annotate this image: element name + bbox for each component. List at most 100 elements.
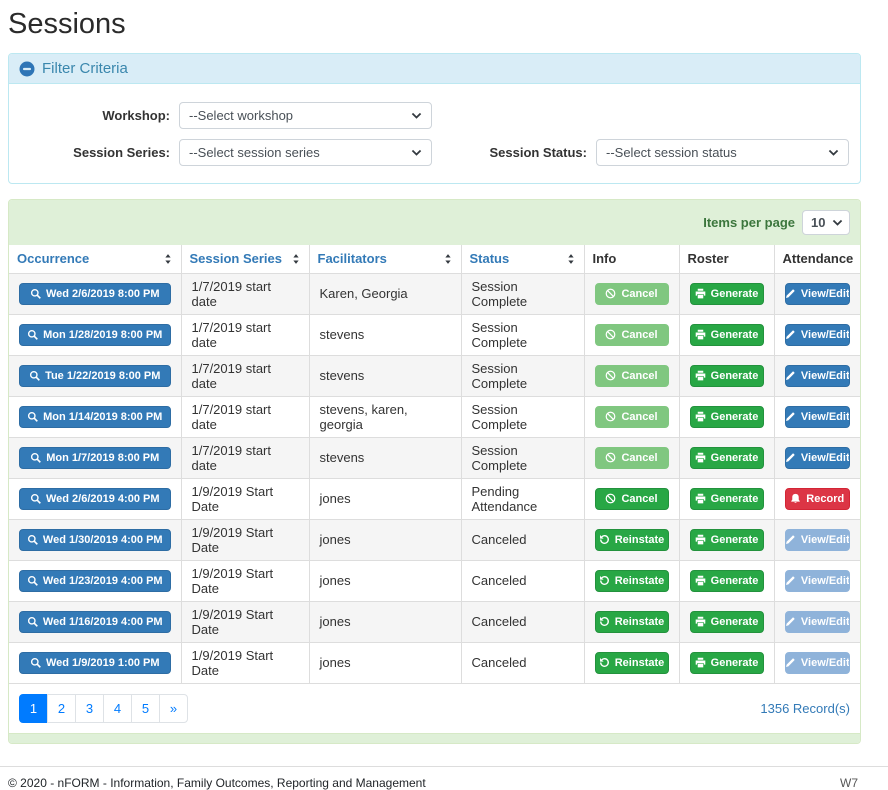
panel-footer-strip — [9, 733, 860, 743]
roster-generate-button[interactable]: Generate — [690, 324, 764, 346]
info-cancel-button[interactable]: Cancel — [595, 447, 669, 469]
session-row: Wed 1/23/2019 4:00 PM1/9/2019 Start Date… — [9, 560, 860, 601]
status-cell: Pending Attendance — [461, 478, 584, 519]
info-reinstate-button[interactable]: Reinstate — [595, 570, 669, 592]
items-per-page-select[interactable]: 10 — [802, 210, 850, 235]
button-label: View/Edit — [801, 575, 850, 587]
occurrence-label: Mon 1/14/2019 8:00 PM — [43, 411, 162, 423]
button-label: View/Edit — [801, 657, 850, 669]
roster-generate-button[interactable]: Generate — [690, 283, 764, 305]
occurrence-button[interactable]: Wed 1/9/2019 1:00 PM — [19, 652, 171, 674]
occurrence-label: Wed 1/16/2019 4:00 PM — [43, 616, 163, 628]
pagination: 12345» — [19, 694, 188, 723]
facilitators-cell: stevens, karen, georgia — [309, 396, 461, 437]
attendance-viewedit-button[interactable]: View/Edit — [785, 529, 851, 551]
info-cancel-button[interactable]: Cancel — [595, 283, 669, 305]
button-label: View/Edit — [801, 411, 850, 423]
info-cancel-button[interactable]: Cancel — [595, 488, 669, 510]
session-row: Tue 1/22/2019 8:00 PM 1/7/2019 start date… — [9, 355, 860, 396]
info-reinstate-button[interactable]: Reinstate — [595, 611, 669, 633]
status-cell: Session Complete — [461, 273, 584, 314]
session-row: Wed 1/9/2019 1:00 PM1/9/2019 Start Datej… — [9, 642, 860, 683]
column-label: Info — [593, 251, 617, 266]
roster-generate-button[interactable]: Generate — [690, 529, 764, 551]
session-status-select[interactable]: --Select session status — [596, 139, 849, 166]
column-header-session-series[interactable]: Session Series — [181, 245, 309, 273]
session-series-cell: 1/9/2019 Start Date — [181, 642, 309, 683]
occurrence-label: Mon 1/7/2019 8:00 PM — [46, 452, 159, 464]
occurrence-button[interactable]: Wed 2/6/2019 4:00 PM — [19, 488, 171, 510]
chevron-down-icon — [410, 109, 423, 122]
undo-icon — [599, 657, 610, 668]
attendance-viewedit-button[interactable]: View/Edit — [785, 324, 851, 346]
info-cancel-button[interactable]: Cancel — [595, 406, 669, 428]
occurrence-button[interactable]: Wed 2/6/2019 8:00 PM — [19, 283, 171, 305]
page-button-»[interactable]: » — [159, 694, 188, 723]
footer-copyright: © 2020 - nFORM - Information, Family Out… — [8, 776, 426, 790]
chevron-down-icon — [831, 216, 844, 229]
roster-generate-button[interactable]: Generate — [690, 488, 764, 510]
status-cell: Canceled — [461, 601, 584, 642]
page-title: Sessions — [8, 8, 861, 41]
occurrence-button[interactable]: Wed 1/23/2019 4:00 PM — [19, 570, 171, 592]
print-icon — [695, 534, 706, 545]
session-series-select[interactable]: --Select session series — [179, 139, 432, 166]
attendance-viewedit-button[interactable]: View/Edit — [785, 570, 851, 592]
attendance-viewedit-button[interactable]: View/Edit — [785, 365, 851, 387]
chevron-down-icon — [410, 146, 423, 159]
button-label: Reinstate — [615, 616, 665, 628]
attendance-viewedit-button[interactable]: View/Edit — [785, 283, 851, 305]
search-icon — [30, 493, 41, 504]
roster-generate-button[interactable]: Generate — [690, 570, 764, 592]
column-header-status[interactable]: Status — [461, 245, 584, 273]
sessions-table: OccurrenceSession SeriesFacilitatorsStat… — [9, 245, 860, 684]
print-icon — [695, 575, 706, 586]
status-cell: Session Complete — [461, 437, 584, 478]
session-series-select-value: --Select session series — [189, 145, 320, 160]
occurrence-button[interactable]: Mon 1/14/2019 8:00 PM — [19, 406, 171, 428]
info-cancel-button[interactable]: Cancel — [595, 365, 669, 387]
attendance-record-button[interactable]: Record — [785, 488, 851, 510]
workshop-select[interactable]: --Select workshop — [179, 102, 432, 129]
roster-generate-button[interactable]: Generate — [690, 365, 764, 387]
column-label: Roster — [688, 251, 729, 266]
filter-criteria-header[interactable]: Filter Criteria — [9, 54, 860, 84]
roster-generate-button[interactable]: Generate — [690, 447, 764, 469]
workshop-label: Workshop: — [19, 108, 179, 123]
sessions-page: Sessions Filter Criteria Workshop: --Sel… — [0, 0, 888, 790]
attendance-viewedit-button[interactable]: View/Edit — [785, 447, 851, 469]
button-label: Reinstate — [615, 534, 665, 546]
session-series-cell: 1/7/2019 start date — [181, 396, 309, 437]
page-button-2[interactable]: 2 — [47, 694, 76, 723]
info-cancel-button[interactable]: Cancel — [595, 324, 669, 346]
session-row: Wed 1/30/2019 4:00 PM1/9/2019 Start Date… — [9, 519, 860, 560]
info-reinstate-button[interactable]: Reinstate — [595, 529, 669, 551]
attendance-viewedit-button[interactable]: View/Edit — [785, 611, 851, 633]
page-button-4[interactable]: 4 — [103, 694, 132, 723]
attendance-viewedit-button[interactable]: View/Edit — [785, 406, 851, 428]
occurrence-button[interactable]: Wed 1/30/2019 4:00 PM — [19, 529, 171, 551]
facilitators-cell: stevens — [309, 355, 461, 396]
page-button-5[interactable]: 5 — [131, 694, 160, 723]
roster-generate-button[interactable]: Generate — [690, 406, 764, 428]
button-label: Generate — [711, 493, 759, 505]
session-series-cell: 1/7/2019 start date — [181, 273, 309, 314]
info-reinstate-button[interactable]: Reinstate — [595, 652, 669, 674]
roster-generate-button[interactable]: Generate — [690, 611, 764, 633]
occurrence-button[interactable]: Tue 1/22/2019 8:00 PM — [19, 365, 171, 387]
occurrence-button[interactable]: Mon 1/7/2019 8:00 PM — [19, 447, 171, 469]
facilitators-cell: stevens — [309, 314, 461, 355]
undo-icon — [599, 534, 610, 545]
search-icon — [27, 411, 38, 422]
attendance-viewedit-button[interactable]: View/Edit — [785, 652, 851, 674]
occurrence-button[interactable]: Mon 1/28/2019 8:00 PM — [19, 324, 171, 346]
occurrence-button[interactable]: Wed 1/16/2019 4:00 PM — [19, 611, 171, 633]
column-header-facilitators[interactable]: Facilitators — [309, 245, 461, 273]
roster-generate-button[interactable]: Generate — [690, 652, 764, 674]
session-series-cell: 1/7/2019 start date — [181, 355, 309, 396]
sort-icon — [442, 253, 454, 265]
page-button-3[interactable]: 3 — [75, 694, 104, 723]
column-header-occurrence[interactable]: Occurrence — [9, 245, 181, 273]
page-button-1[interactable]: 1 — [19, 694, 48, 723]
pencil-icon — [785, 329, 796, 340]
